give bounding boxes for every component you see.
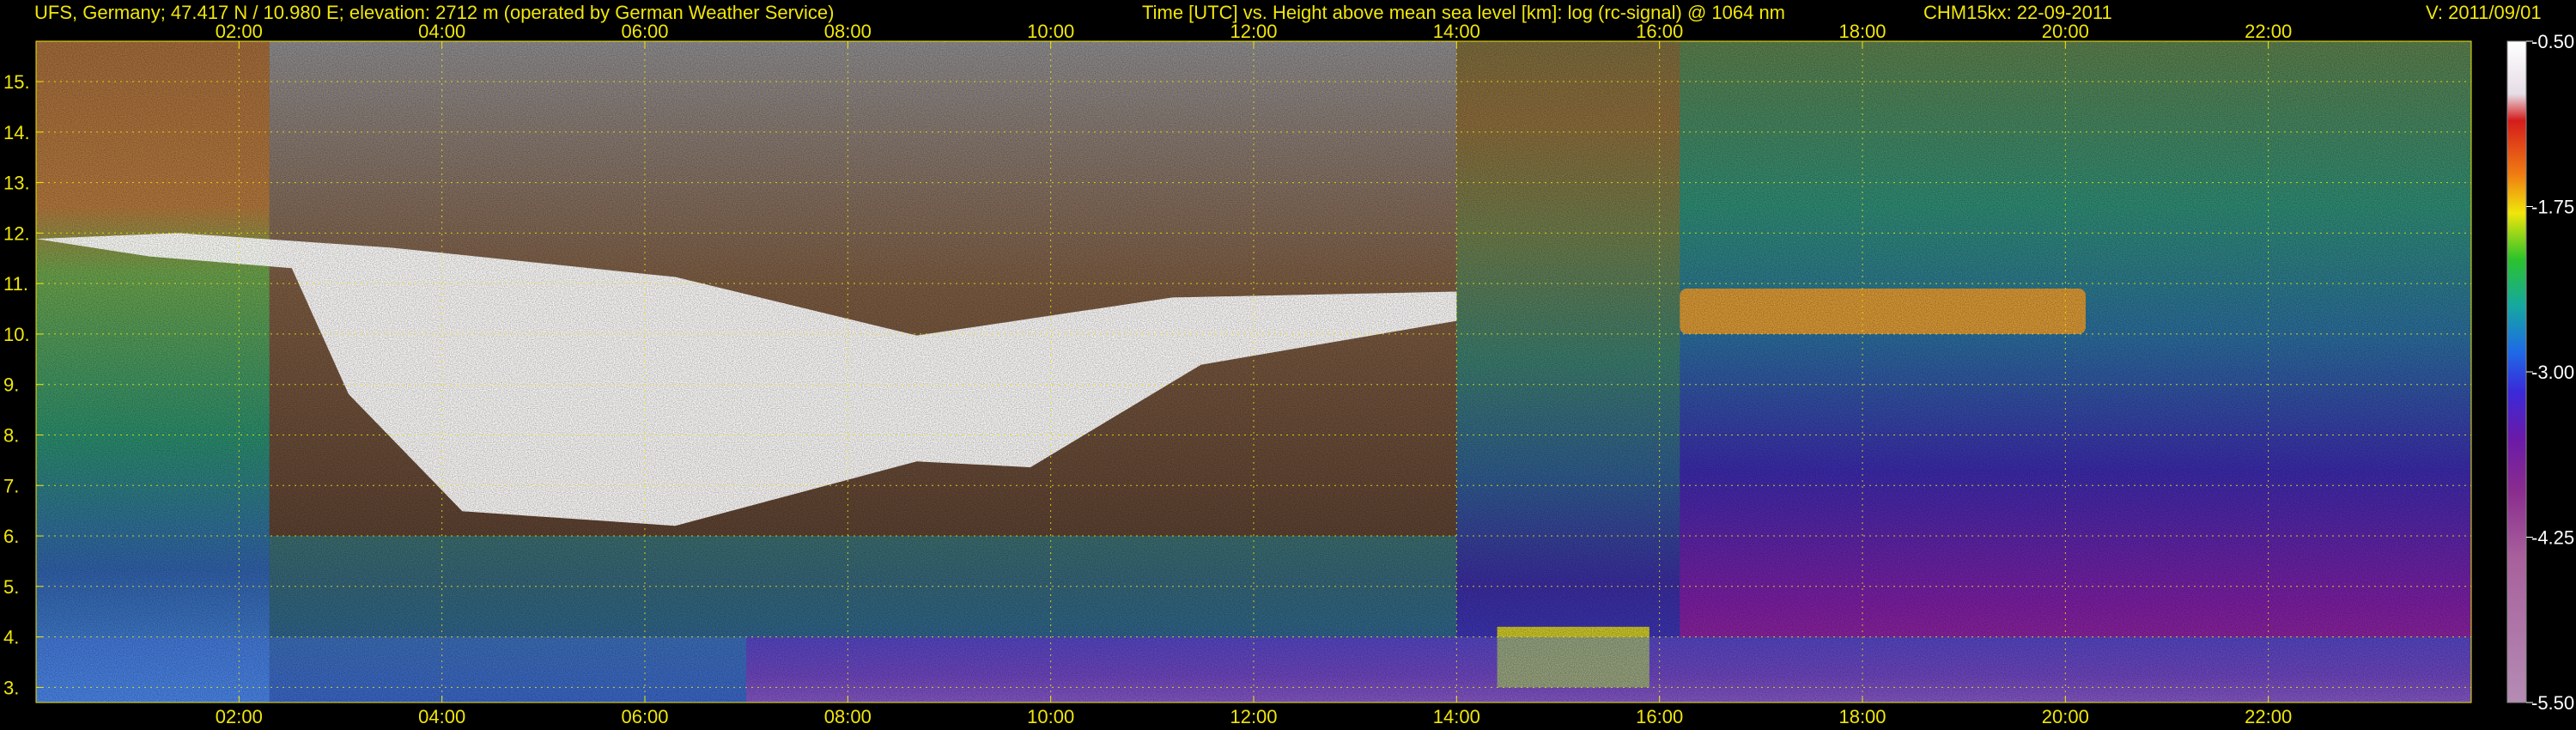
x-tick-label-bottom: 10:00 xyxy=(1027,706,1074,727)
lidar-chart: 02:00 04:00 06:00 08:00 10:00 12:00 14:00 16:00… xyxy=(3,21,2574,727)
x-tick-label-bottom: 04:00 xyxy=(418,706,465,727)
x-tick-label-bottom: 18:00 xyxy=(1838,706,1886,727)
x-tick-label-top: 10:00 xyxy=(1027,21,1074,42)
x-tick-label-top: 22:00 xyxy=(2245,21,2292,42)
x-tick-label-bottom: 08:00 xyxy=(824,706,872,727)
y-tick-label: 9. xyxy=(3,374,19,396)
y-tick-label: 8. xyxy=(3,424,19,446)
x-tick-label-bottom: 22:00 xyxy=(2245,706,2292,727)
y-tick-label: 6. xyxy=(3,526,19,547)
x-tick-label-bottom: 20:00 xyxy=(2042,706,2089,727)
y-tick-label: 11. xyxy=(3,273,28,295)
colorbar-tick-label: -0.50 xyxy=(2531,31,2574,52)
y-tick-label: 5. xyxy=(3,576,19,598)
x-tick-label-bottom: 14:00 xyxy=(1433,706,1480,727)
y-tick-label: 7. xyxy=(3,475,19,496)
y-tick-label: 10. xyxy=(3,324,30,345)
location-info: UFS, Germany; 47.417 N / 10.980 E; eleva… xyxy=(34,2,835,23)
y-tick-label: 14. xyxy=(3,122,30,143)
colorbar-tick-label: -4.25 xyxy=(2531,527,2574,549)
y-tick-label: 15. xyxy=(3,71,30,93)
x-tick-label-bottom: 12:00 xyxy=(1230,706,1277,727)
version-label: V: 2011/09/01 xyxy=(2426,2,2542,23)
x-tick-label-bottom: 02:00 xyxy=(216,706,263,727)
colorbar-tick-label: -5.50 xyxy=(2531,692,2574,714)
colorbar-tick-label: -3.00 xyxy=(2531,362,2574,383)
instrument-date: CHM15kx: 22-09-2011 xyxy=(1923,2,2112,23)
x-tick-label-bottom: 06:00 xyxy=(621,706,668,727)
colorbar-scale xyxy=(2507,41,2526,703)
y-tick-label: 13. xyxy=(3,173,30,194)
y-tick-label: 4. xyxy=(3,627,19,648)
y-tick-label: 12. xyxy=(3,222,30,244)
x-tick-label-bottom: 16:00 xyxy=(1636,706,1683,727)
chart-title: Time [UTC] vs. Height above mean sea lev… xyxy=(1142,2,1786,23)
colorbar-tick-label: -1.75 xyxy=(2531,197,2574,218)
y-tick-label: 3. xyxy=(3,677,19,698)
colorbar: -0.50 -1.75 -3.00 -4.25 -5.50 xyxy=(2506,31,2574,714)
x-tick-label-top: 18:00 xyxy=(1838,21,1886,42)
